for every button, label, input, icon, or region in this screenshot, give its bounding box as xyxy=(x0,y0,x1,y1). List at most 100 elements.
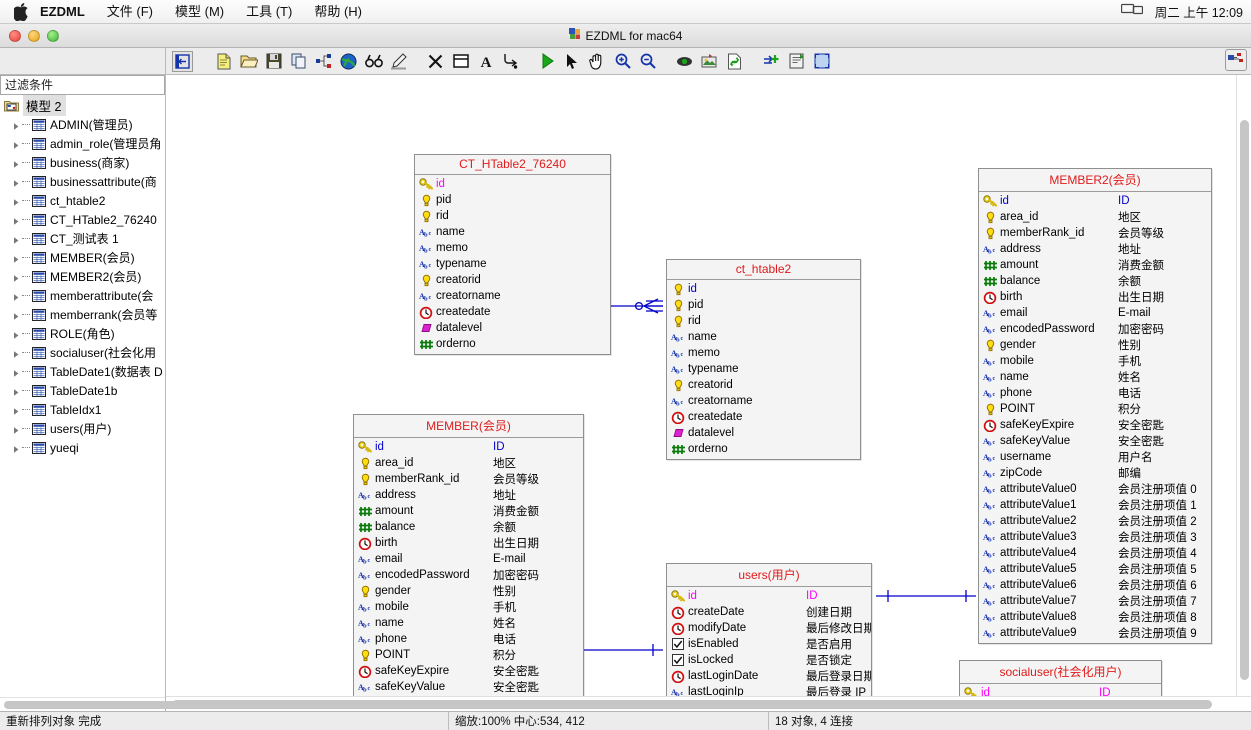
menu-item-tools[interactable]: 工具 (T) xyxy=(235,0,303,24)
entity-field-row[interactable]: balance 余额 xyxy=(354,519,583,535)
zoom-in-icon[interactable] xyxy=(610,49,635,74)
expand-arrow-icon[interactable] xyxy=(12,177,21,187)
entity-field-row[interactable]: rid xyxy=(667,313,860,329)
entity-field-row[interactable]: safeKeyExpire 安全密匙 xyxy=(354,663,583,679)
select-arrow-icon[interactable] xyxy=(560,49,585,74)
maximize-window-button[interactable] xyxy=(47,29,59,42)
expand-arrow-icon[interactable] xyxy=(12,196,21,206)
tree-item-16[interactable]: users(用户) xyxy=(0,419,165,438)
entity-field-row[interactable]: gender 性别 xyxy=(979,337,1211,353)
entity-field-row[interactable]: isLocked 是否锁定 xyxy=(667,652,871,668)
tree-item-2[interactable]: business(商家) xyxy=(0,153,165,172)
entity-field-row[interactable]: Ab c name xyxy=(415,224,610,240)
entity-field-row[interactable]: Ab c email E-mail xyxy=(979,305,1211,321)
tree-item-12[interactable]: socialuser(社会化用 xyxy=(0,343,165,362)
expand-arrow-icon[interactable] xyxy=(12,329,21,339)
entity-field-row[interactable]: id ID xyxy=(354,439,583,455)
entity-field-row[interactable]: birth 出生日期 xyxy=(979,289,1211,305)
expand-arrow-icon[interactable] xyxy=(12,120,21,130)
globe-icon[interactable] xyxy=(336,49,361,74)
model-tree[interactable]: 模型 2 ADMIN(管理员) admin_role(管理员角 business(商… xyxy=(0,95,165,697)
entity-field-row[interactable]: Ab c encodedPassword 加密密码 xyxy=(979,321,1211,337)
apple-icon[interactable] xyxy=(14,2,30,21)
copy-model-icon[interactable] xyxy=(286,49,311,74)
entity-field-row[interactable]: Ab c attributeValue9 会员注册项值 9 xyxy=(979,625,1211,641)
menu-item-help[interactable]: 帮助 (H) xyxy=(303,0,373,24)
entity-field-row[interactable]: pid xyxy=(415,192,610,208)
entity-field-row[interactable]: Ab c name 姓名 xyxy=(979,369,1211,385)
entity-field-row[interactable]: Ab c mobile 手机 xyxy=(979,353,1211,369)
entity-field-row[interactable]: Ab c attributeValue2 会员注册项值 2 xyxy=(979,513,1211,529)
expand-arrow-icon[interactable] xyxy=(12,310,21,320)
entity-field-row[interactable]: amount 消费金额 xyxy=(979,257,1211,273)
delete-icon[interactable] xyxy=(423,49,448,74)
entity-field-row[interactable]: creatorid xyxy=(667,377,860,393)
menu-item-model[interactable]: 模型 (M) xyxy=(164,0,235,24)
entity-field-row[interactable]: area_id 地区 xyxy=(979,209,1211,225)
entity-field-row[interactable]: Ab c address 地址 xyxy=(354,487,583,503)
entity-field-row[interactable]: createdate xyxy=(667,409,860,425)
export-image-icon[interactable] xyxy=(697,49,722,74)
entity-field-row[interactable]: modifyDate 最后修改日期 xyxy=(667,620,871,636)
entity-table[interactable]: MEMBER2(会员) id ID area_id 地区 memberRank_id 会员等… xyxy=(978,168,1212,644)
entity-field-row[interactable]: Ab c safeKeyValue 安全密匙 xyxy=(354,679,583,695)
entity-field-row[interactable]: id ID xyxy=(960,685,1161,696)
properties-icon[interactable] xyxy=(784,49,809,74)
entity-field-row[interactable]: memberRank_id 会员等级 xyxy=(354,471,583,487)
canvas-vertical-scrollbar[interactable] xyxy=(1236,75,1251,696)
expand-arrow-icon[interactable] xyxy=(12,139,21,149)
entity-field-row[interactable]: Ab c creatorname xyxy=(415,288,610,304)
tree-item-17[interactable]: yueqi xyxy=(0,438,165,457)
entity-field-row[interactable]: Ab c typename xyxy=(667,361,860,377)
tree-item-10[interactable]: memberrank(会员等 xyxy=(0,305,165,324)
tree-item-13[interactable]: TableDate1(数据表 D xyxy=(0,362,165,381)
entity-field-row[interactable]: datalevel xyxy=(415,320,610,336)
entity-field-row[interactable]: id ID xyxy=(979,193,1211,209)
entity-table[interactable]: ct_htable2 id pid rid Ab c name Ab c memo Ab c typen… xyxy=(666,259,861,460)
canvas-horizontal-scrollbar[interactable] xyxy=(166,697,1236,711)
entity-field-row[interactable]: Ab c attributeValue0 会员注册项值 0 xyxy=(979,481,1211,497)
model-layout-icon[interactable] xyxy=(1225,49,1247,71)
entity-field-row[interactable]: birth 出生日期 xyxy=(354,535,583,551)
menu-item-file[interactable]: 文件 (F) xyxy=(96,0,164,24)
entity-field-row[interactable]: Ab c safeKeyValue 安全密匙 xyxy=(979,433,1211,449)
add-text-icon[interactable]: A xyxy=(473,49,498,74)
entity-field-row[interactable]: Ab c zipCode 邮编 xyxy=(979,465,1211,481)
entity-field-row[interactable]: Ab c attributeValue6 会员注册项值 6 xyxy=(979,577,1211,593)
expand-arrow-icon[interactable] xyxy=(12,272,21,282)
diagram-canvas[interactable]: CT_HTable2_76240 id pid rid Ab c name Ab c memo Ab… xyxy=(166,75,1236,696)
entity-field-row[interactable]: POINT 积分 xyxy=(354,647,583,663)
expand-arrow-icon[interactable] xyxy=(12,443,21,453)
entity-field-row[interactable]: amount 消费金额 xyxy=(354,503,583,519)
entity-field-row[interactable]: Ab c phone 电话 xyxy=(979,385,1211,401)
toggle-panel-icon[interactable] xyxy=(172,50,193,72)
entity-field-row[interactable]: Ab c name 姓名 xyxy=(354,615,583,631)
open-folder-icon[interactable] xyxy=(236,49,261,74)
canvas-vscroll-thumb[interactable] xyxy=(1240,120,1249,680)
entity-field-row[interactable]: Ab c address 地址 xyxy=(979,241,1211,257)
new-table-icon[interactable] xyxy=(448,49,473,74)
entity-field-row[interactable]: Ab c memo xyxy=(415,240,610,256)
run-icon[interactable] xyxy=(535,49,560,74)
entity-field-row[interactable]: createDate 创建日期 xyxy=(667,604,871,620)
db-import-icon[interactable] xyxy=(759,49,784,74)
tree-item-7[interactable]: MEMBER(会员) xyxy=(0,248,165,267)
entity-field-row[interactable]: creatorid xyxy=(415,272,610,288)
refresh-doc-icon[interactable] xyxy=(722,49,747,74)
entity-field-row[interactable]: safeKeyExpire 安全密匙 xyxy=(979,417,1211,433)
preview-icon[interactable] xyxy=(672,49,697,74)
entity-field-row[interactable]: datalevel xyxy=(667,425,860,441)
tree-item-15[interactable]: TableIdx1 xyxy=(0,400,165,419)
window-controls[interactable] xyxy=(9,29,59,42)
expand-arrow-icon[interactable] xyxy=(12,234,21,244)
entity-field-row[interactable]: orderno xyxy=(415,336,610,352)
expand-arrow-icon[interactable] xyxy=(12,386,21,396)
entity-field-row[interactable]: createdate xyxy=(415,304,610,320)
canvas-hscroll-thumb[interactable] xyxy=(172,700,1212,709)
entity-field-row[interactable]: Ab c typename xyxy=(415,256,610,272)
entity-field-row[interactable]: Ab c phone 电话 xyxy=(354,631,583,647)
filter-input[interactable]: 过滤条件 xyxy=(0,75,165,95)
entity-field-row[interactable]: orderno xyxy=(667,441,860,457)
expand-arrow-icon[interactable] xyxy=(12,291,21,301)
close-window-button[interactable] xyxy=(9,29,21,42)
